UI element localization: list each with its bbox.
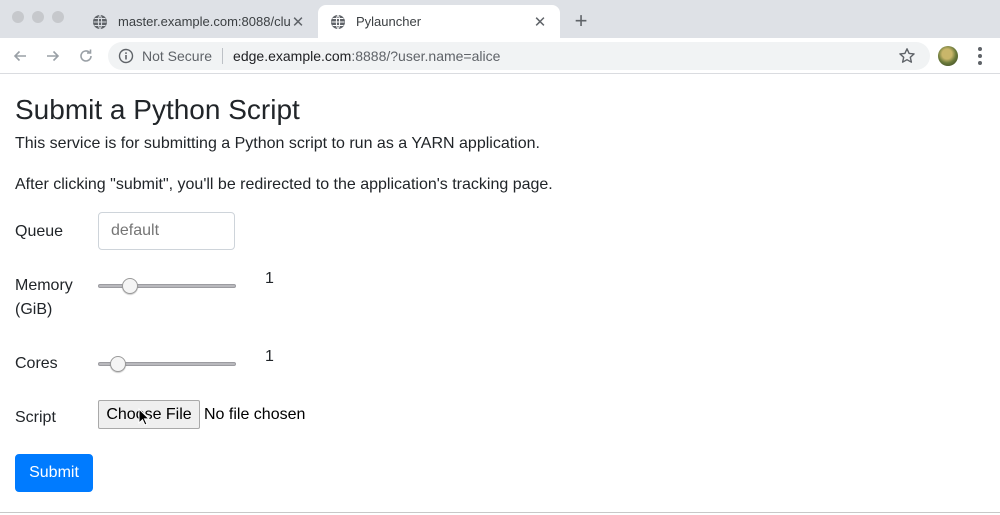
tab-title: Pylauncher	[356, 14, 422, 29]
url-path: :8888/?user.name=alice	[351, 48, 501, 64]
memory-unit-line: (GiB)	[15, 301, 53, 318]
window-bottom-border	[0, 512, 1000, 513]
forward-button[interactable]	[42, 45, 64, 67]
tab-title: master.example.com:8088/clu	[118, 14, 290, 29]
memory-label-line: Memory	[15, 277, 73, 294]
cores-label: Cores	[15, 355, 58, 372]
script-label: Script	[15, 409, 56, 426]
bookmark-star-icon[interactable]	[898, 47, 916, 65]
redirect-note: After clicking "submit", you'll be redir…	[15, 176, 553, 193]
slider-track	[98, 284, 236, 288]
page-content: Submit a Python Script This service is f…	[0, 75, 1000, 513]
cores-value: 1	[265, 348, 274, 365]
info-icon[interactable]	[118, 48, 134, 64]
close-tab-icon[interactable]: ✕	[290, 13, 306, 31]
window-close-button[interactable]	[12, 11, 24, 23]
cores-slider[interactable]	[98, 356, 236, 372]
page-title: Submit a Python Script	[15, 94, 300, 125]
security-status: Not Secure	[142, 48, 213, 64]
address-bar[interactable]: Not Secure edge.example.com:8888/?user.n…	[108, 42, 930, 70]
reload-icon	[80, 49, 92, 62]
slider-thumb[interactable]	[122, 278, 138, 294]
profile-avatar[interactable]	[938, 46, 958, 66]
url-host: edge.example.com	[233, 48, 352, 64]
globe-icon	[93, 14, 107, 29]
browser-toolbar: Not Secure edge.example.com:8888/?user.n…	[0, 38, 1000, 74]
arrow-right-icon	[47, 50, 60, 62]
memory-label: Memory (GiB)	[15, 274, 73, 322]
globe-icon	[331, 14, 345, 29]
browser-menu-icon[interactable]	[975, 47, 985, 65]
slider-thumb[interactable]	[110, 356, 126, 372]
arrow-left-icon	[13, 50, 26, 62]
tab-strip: master.example.com:8088/clu ✕ Pylauncher…	[0, 0, 1000, 38]
tab-pylauncher[interactable]: Pylauncher ✕	[318, 5, 560, 38]
reload-button[interactable]	[75, 45, 97, 67]
queue-input[interactable]	[98, 212, 235, 250]
file-status: No file chosen	[204, 406, 306, 423]
memory-slider[interactable]	[98, 278, 236, 294]
tab-master[interactable]: master.example.com:8088/clu ✕	[80, 5, 318, 38]
queue-label: Queue	[15, 223, 64, 240]
service-description: This service is for submitting a Python …	[15, 135, 540, 152]
divider	[222, 48, 224, 64]
submit-button[interactable]: Submit	[15, 454, 93, 492]
back-button[interactable]	[9, 45, 31, 67]
window-zoom-button[interactable]	[52, 11, 64, 23]
window-minimize-button[interactable]	[32, 11, 44, 23]
new-tab-button[interactable]: +	[570, 8, 592, 34]
close-tab-icon[interactable]: ✕	[532, 13, 548, 31]
memory-value: 1	[265, 270, 274, 287]
mouse-cursor-icon	[138, 408, 150, 426]
